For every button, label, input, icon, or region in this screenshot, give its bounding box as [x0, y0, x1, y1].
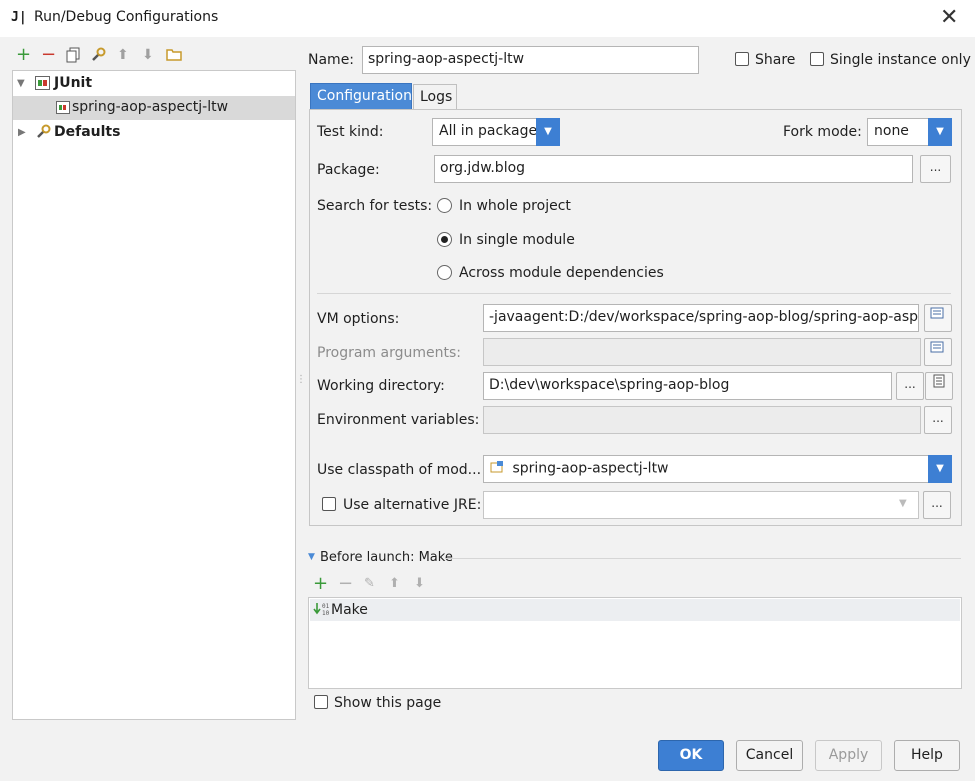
chevron-down-icon: ▼ — [928, 118, 952, 146]
package-label: Package: — [317, 162, 380, 178]
tree-label-defaults: Defaults — [54, 124, 121, 140]
module-icon — [490, 460, 504, 477]
vm-options-expand-button[interactable] — [924, 304, 952, 332]
configuration-tree: ▼ JUnit spring-aop-aspectj-ltw ▶ Default… — [12, 70, 296, 720]
fork-mode-select[interactable]: none ▼ — [867, 118, 952, 146]
chevron-down-icon: ▼ — [928, 455, 952, 483]
copy-icon[interactable] — [66, 47, 80, 67]
working-directory-label: Working directory: — [317, 378, 445, 394]
wrench-icon — [35, 124, 51, 144]
apply-button[interactable]: Apply — [815, 740, 882, 771]
splitter-grip-icon[interactable]: ⋮ — [296, 374, 306, 385]
working-directory-input[interactable]: D:\dev\workspace\spring-aop-blog — [483, 372, 892, 400]
package-input[interactable]: org.jdw.blog — [434, 155, 913, 183]
package-browse-button[interactable]: ... — [920, 155, 951, 183]
name-label: Name: — [308, 52, 355, 68]
move-up-icon[interactable]: ⬆ — [117, 47, 129, 63]
radio-single-module-label: In single module — [459, 232, 575, 248]
alternative-jre-browse-button[interactable]: ... — [923, 491, 951, 519]
radio-across-modules[interactable] — [437, 265, 452, 280]
chevron-down-icon: ▼ — [536, 118, 560, 146]
alternative-jre-label: Use alternative JRE: — [343, 497, 482, 513]
fork-mode-value: none — [874, 123, 909, 139]
alternative-jre-checkbox[interactable] — [322, 497, 336, 511]
move-down-icon[interactable]: ⬇ — [142, 47, 154, 63]
show-this-page-label: Show this page — [334, 695, 442, 711]
folder-icon[interactable] — [166, 47, 182, 65]
program-arguments-expand-button[interactable] — [924, 338, 952, 366]
title-bar: J| Run/Debug Configurations ✕ — [0, 0, 975, 37]
working-directory-macro-button[interactable] — [925, 372, 953, 400]
classpath-module-select[interactable]: spring-aop-aspectj-ltw ▼ — [483, 455, 952, 483]
chevron-down-icon: ▼ — [899, 498, 907, 509]
search-for-tests-label: Search for tests: — [317, 198, 433, 214]
program-arguments-input[interactable] — [483, 338, 921, 366]
tree-label-config: spring-aop-aspectj-ltw — [72, 99, 229, 115]
radio-whole-project[interactable] — [437, 198, 452, 213]
wrench-icon[interactable] — [90, 47, 106, 67]
divider — [317, 293, 951, 294]
window-title: Run/Debug Configurations — [34, 9, 219, 25]
junit-icon — [35, 76, 50, 94]
classpath-label: Use classpath of mod... — [317, 462, 482, 478]
alternative-jre-input[interactable] — [483, 491, 919, 519]
add-icon[interactable]: + — [16, 44, 31, 65]
vm-options-label: VM options: — [317, 311, 400, 327]
before-launch-list: 01 10 Make — [308, 597, 962, 689]
make-icon: 01 10 — [313, 601, 330, 621]
tab-logs[interactable]: Logs — [413, 84, 457, 111]
junit-config-icon — [56, 101, 70, 118]
tab-configuration[interactable]: Configuration — [310, 83, 412, 110]
test-kind-select[interactable]: All in package ▼ — [432, 118, 560, 146]
tree-item-junit[interactable]: ▼ JUnit — [13, 72, 295, 96]
document-icon — [933, 374, 945, 388]
tree-label-junit: JUnit — [54, 75, 93, 91]
remove-icon[interactable]: − — [41, 44, 56, 65]
name-input[interactable]: spring-aop-aspectj-ltw — [362, 46, 699, 74]
list-item[interactable]: 01 10 Make — [310, 599, 960, 621]
environment-variables-browse-button[interactable]: ... — [924, 406, 952, 434]
make-label: Make — [331, 602, 368, 618]
show-this-page-checkbox[interactable] — [314, 695, 328, 709]
collapse-triangle-icon[interactable]: ▼ — [17, 78, 25, 89]
help-button[interactable]: Help — [894, 740, 960, 771]
vm-options-input[interactable]: -javaagent:D:/dev/workspace/spring-aop-b… — [483, 304, 919, 332]
radio-across-modules-label: Across module dependencies — [459, 265, 664, 281]
expand-editor-icon — [930, 341, 944, 353]
add-icon[interactable]: + — [313, 573, 328, 594]
collapse-triangle-icon[interactable]: ▼ — [308, 552, 315, 562]
cancel-button[interactable]: Cancel — [736, 740, 803, 771]
program-arguments-label: Program arguments: — [317, 345, 461, 361]
single-instance-label: Single instance only — [830, 52, 971, 68]
svg-text:10: 10 — [322, 610, 329, 617]
divider — [445, 558, 961, 559]
working-directory-browse-button[interactable]: ... — [896, 372, 924, 400]
share-checkbox[interactable] — [735, 52, 749, 66]
tree-item-spring-aop-aspectj-ltw[interactable]: spring-aop-aspectj-ltw — [13, 96, 295, 120]
close-icon[interactable]: ✕ — [940, 5, 958, 30]
edit-pencil-icon[interactable]: ✎ — [364, 576, 375, 591]
test-kind-label: Test kind: — [317, 124, 384, 140]
test-kind-value: All in package — [439, 123, 538, 139]
environment-variables-input[interactable] — [483, 406, 921, 434]
svg-text:01: 01 — [322, 603, 329, 610]
share-label: Share — [755, 52, 796, 68]
fork-mode-label: Fork mode: — [783, 124, 862, 140]
move-up-icon[interactable]: ⬆ — [389, 576, 400, 591]
radio-single-module[interactable] — [437, 232, 452, 247]
remove-icon[interactable]: − — [338, 573, 353, 594]
classpath-module-value: spring-aop-aspectj-ltw — [512, 460, 669, 477]
ok-button[interactable]: OK — [658, 740, 724, 771]
before-launch-title[interactable]: Before launch: Make — [320, 550, 453, 565]
single-instance-checkbox[interactable] — [810, 52, 824, 66]
intellij-app-icon: J| — [11, 10, 27, 25]
environment-variables-label: Environment variables: — [317, 412, 480, 428]
expand-editor-icon — [930, 307, 944, 319]
tree-item-defaults[interactable]: ▶ Defaults — [13, 121, 295, 145]
radio-whole-project-label: In whole project — [459, 198, 571, 214]
move-down-icon[interactable]: ⬇ — [414, 576, 425, 591]
expand-triangle-icon[interactable]: ▶ — [18, 127, 26, 138]
